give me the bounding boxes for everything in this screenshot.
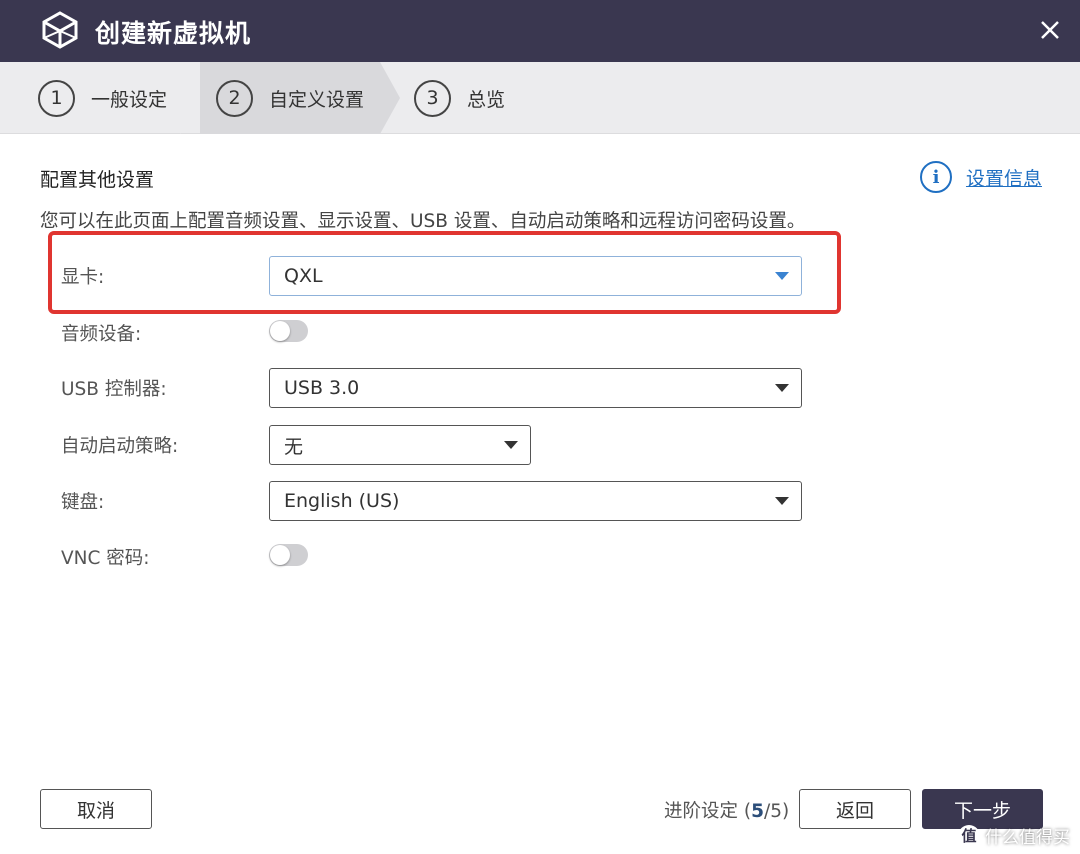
usb-controller-select[interactable]: USB 3.0 [269,368,802,408]
watermark: 值 什么值得买 [958,823,1070,848]
section-title: 配置其他设置 [40,169,155,191]
progress-suffix: /5) [763,801,790,822]
step-number: 2 [216,79,253,117]
section-description: 您可以在此页面上配置音频设置、显示设置、USB 设置、自动启动策略和远程访问密码… [40,211,806,232]
vnc-password-toggle[interactable] [269,544,308,566]
step-separator-chevron [380,62,400,134]
dropdown-arrow-icon [775,497,789,505]
keyboard-select[interactable]: English (US) [269,481,802,521]
progress-indicator: 进阶设定 (5/5) [664,797,789,823]
step-label: 一般设定 [91,88,168,111]
toggle-knob [270,545,290,565]
step-separator-chevron [180,62,200,134]
settings-info-text[interactable]: 设置信息 [966,164,1042,191]
autostart-policy-label: 自动启动策略: [61,436,179,457]
graphics-card-label: 显卡: [61,267,105,288]
dropdown-arrow-icon [775,272,789,280]
step-custom-settings[interactable]: 2 自定义设置 [216,62,364,134]
watermark-logo-icon: 值 [958,824,980,847]
info-icon[interactable]: i [919,161,952,193]
dropdown-arrow-icon [775,384,789,392]
close-icon[interactable] [1030,10,1070,50]
watermark-text: 什么值得买 [985,828,1070,848]
step-overview[interactable]: 3 总览 [414,62,505,134]
keyboard-value: English (US) [284,490,400,512]
progress-current: 5 [751,801,764,822]
settings-info-link[interactable]: i 设置信息 [919,161,1042,193]
graphics-card-value: QXL [284,265,323,287]
audio-device-toggle[interactable] [269,320,308,342]
window-title: 创建新虚拟机 [95,19,252,48]
title-bar: 创建新虚拟机 [0,0,1080,62]
toggle-knob [270,321,290,341]
usb-controller-value: USB 3.0 [284,377,360,399]
virtual-machine-icon [42,11,78,49]
back-button[interactable]: 返回 [799,789,911,829]
step-number: 3 [414,79,451,117]
keyboard-label: 键盘: [61,492,105,513]
step-label: 自定义设置 [269,88,365,111]
usb-controller-label: USB 控制器: [61,379,167,400]
step-number: 1 [38,79,75,117]
wizard-steps: 1 一般设定 2 自定义设置 3 总览 [0,62,1080,134]
audio-device-label: 音频设备: [61,324,142,345]
dropdown-arrow-icon [504,441,518,449]
vnc-password-label: VNC 密码: [61,548,150,569]
step-label: 总览 [467,88,506,111]
progress-prefix: 进阶设定 ( [664,801,752,822]
graphics-card-select[interactable]: QXL [269,256,802,296]
autostart-policy-select[interactable]: 无 [269,425,531,465]
cancel-button[interactable]: 取消 [40,789,152,829]
autostart-policy-value: 无 [284,435,304,458]
step-general-settings[interactable]: 1 一般设定 [38,62,167,134]
